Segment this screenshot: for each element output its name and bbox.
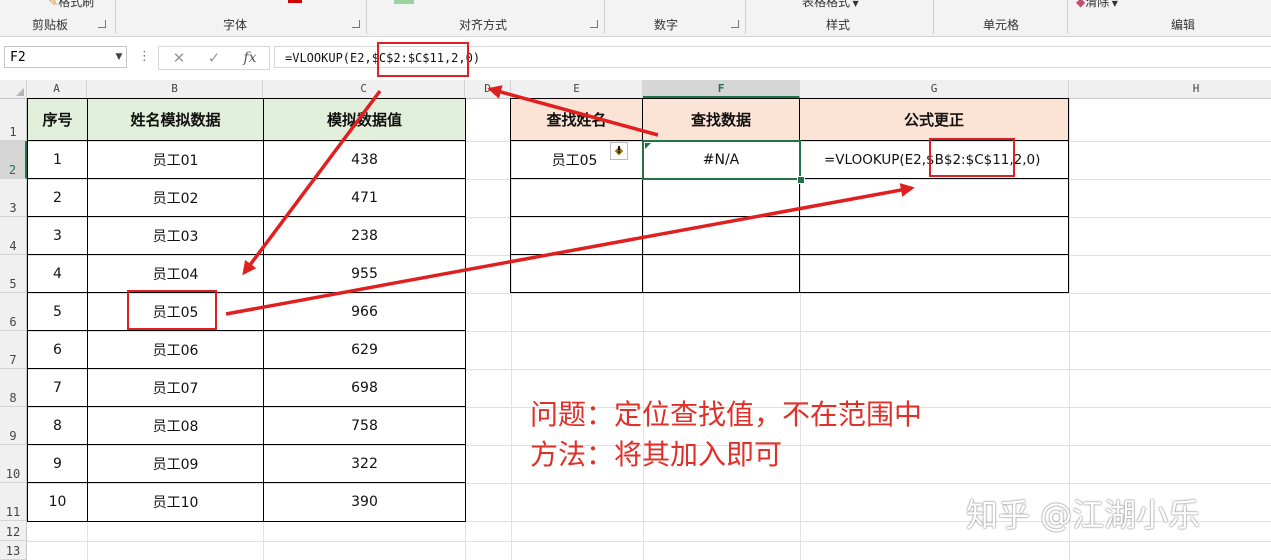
arrow-to-formula bbox=[487, 85, 659, 137]
method-note: 方法：将其加入即可 bbox=[530, 438, 783, 471]
annotation-arrows bbox=[225, 85, 915, 316]
arrow-to-range bbox=[242, 89, 382, 276]
watermark: 知乎 @江湖小乐 bbox=[966, 496, 1201, 534]
arrow-to-corrected bbox=[225, 183, 915, 316]
problem-note: 问题：定位查找值，不在范围中 bbox=[530, 398, 923, 431]
